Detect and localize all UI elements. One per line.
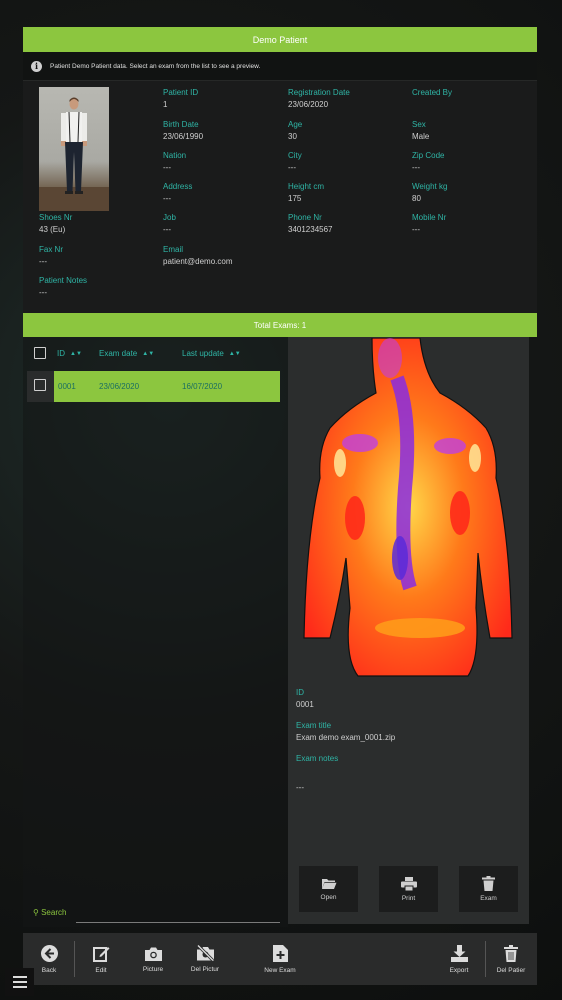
field-address: Address --- bbox=[163, 182, 193, 203]
field-birth-date: Birth Date 23/06/1990 bbox=[163, 120, 204, 141]
field-city: City --- bbox=[288, 151, 302, 172]
patient-photo[interactable] bbox=[39, 87, 109, 211]
camera-off-icon bbox=[196, 945, 214, 961]
delete-exam-button[interactable]: Exam bbox=[459, 866, 518, 912]
delete-picture-button[interactable]: Del Pictur bbox=[183, 933, 227, 985]
toolbar-divider bbox=[485, 941, 486, 977]
picture-button[interactable]: Picture bbox=[134, 933, 172, 985]
column-header-id[interactable]: ID ▲▼ bbox=[57, 349, 82, 358]
info-text: Patient Demo Patient data. Select an exa… bbox=[50, 62, 261, 70]
field-job: Job --- bbox=[163, 213, 176, 234]
cell-last-update: 16/07/2020 bbox=[182, 382, 223, 391]
field-nation: Nation --- bbox=[163, 151, 187, 172]
download-icon bbox=[450, 944, 468, 962]
export-button[interactable]: Export bbox=[441, 933, 477, 985]
total-exams-bar: Total Exams: 1 bbox=[23, 313, 537, 337]
camera-icon bbox=[144, 947, 162, 961]
delete-patient-button[interactable]: Del Patier bbox=[492, 933, 530, 985]
cell-id: 0001 bbox=[58, 382, 76, 391]
field-patient-id: Patient ID 1 bbox=[163, 88, 199, 109]
field-zip-code: Zip Code --- bbox=[412, 151, 445, 172]
print-icon bbox=[400, 876, 417, 891]
preview-exam-title: Exam title Exam demo exam_0001.zip bbox=[296, 721, 396, 742]
edit-icon bbox=[92, 946, 109, 962]
row-checkbox[interactable] bbox=[34, 379, 46, 391]
folder-open-icon bbox=[321, 879, 336, 889]
trash-icon bbox=[482, 876, 495, 891]
edit-button[interactable]: Edit bbox=[83, 933, 119, 985]
new-exam-button[interactable]: New Exam bbox=[259, 933, 301, 985]
preview-id: ID 0001 bbox=[296, 688, 314, 709]
cell-exam-date: 23/06/2020 bbox=[99, 382, 140, 391]
search-input[interactable] bbox=[76, 922, 280, 923]
back-arrow-icon bbox=[40, 944, 58, 962]
field-weight: Weight kg 80 bbox=[412, 182, 448, 203]
field-registration-date: Registration Date 23/06/2020 bbox=[288, 88, 350, 109]
column-header-last-update[interactable]: Last update ▲▼ bbox=[182, 349, 241, 358]
field-fax: Fax Nr --- bbox=[39, 245, 63, 266]
select-all-checkbox[interactable] bbox=[34, 347, 46, 359]
page-title: Demo Patient bbox=[23, 27, 537, 52]
back-button[interactable]: Back bbox=[31, 933, 67, 985]
search-icon: ⚲ bbox=[33, 908, 39, 917]
sort-icon: ▲▼ bbox=[70, 350, 82, 357]
toolbar-divider bbox=[74, 941, 75, 977]
field-height: Height cm 175 bbox=[288, 182, 325, 203]
patient-details-panel: Patient ID 1 Registration Date 23/06/2020 … bbox=[23, 81, 537, 313]
print-button[interactable]: Print bbox=[379, 866, 438, 912]
sort-icon: ▲▼ bbox=[142, 350, 155, 357]
field-mobile: Mobile Nr --- bbox=[412, 213, 447, 234]
sort-icon: ▲▼ bbox=[228, 350, 241, 357]
exam-list-panel bbox=[23, 337, 288, 927]
field-age: Age 30 bbox=[288, 120, 303, 141]
trash-icon bbox=[504, 944, 518, 962]
field-sex: Sex Male bbox=[412, 120, 430, 141]
menu-icon[interactable] bbox=[5, 968, 34, 996]
info-banner: i Patient Demo Patient data. Select an e… bbox=[23, 52, 537, 81]
bottom-toolbar: Back Edit Picture Del Pictur New Exam Ex… bbox=[23, 933, 537, 985]
field-shoes: Shoes Nr 43 (Eu) bbox=[39, 213, 73, 234]
column-header-exam-date[interactable]: Exam date ▲▼ bbox=[99, 349, 154, 358]
search-label: ⚲ Search bbox=[33, 908, 67, 917]
new-file-icon bbox=[272, 944, 288, 962]
thermal-image bbox=[303, 338, 513, 677]
table-row[interactable] bbox=[54, 371, 280, 402]
field-phone: Phone Nr 3401234567 bbox=[288, 213, 333, 234]
info-icon: i bbox=[31, 60, 42, 72]
field-patient-notes: Patient Notes --- bbox=[39, 276, 88, 297]
field-created-by: Created By bbox=[412, 88, 453, 97]
field-email: Email patient@demo.com bbox=[163, 245, 233, 266]
preview-exam-notes: Exam notes --- bbox=[296, 754, 339, 792]
open-button[interactable]: Open bbox=[299, 866, 358, 912]
